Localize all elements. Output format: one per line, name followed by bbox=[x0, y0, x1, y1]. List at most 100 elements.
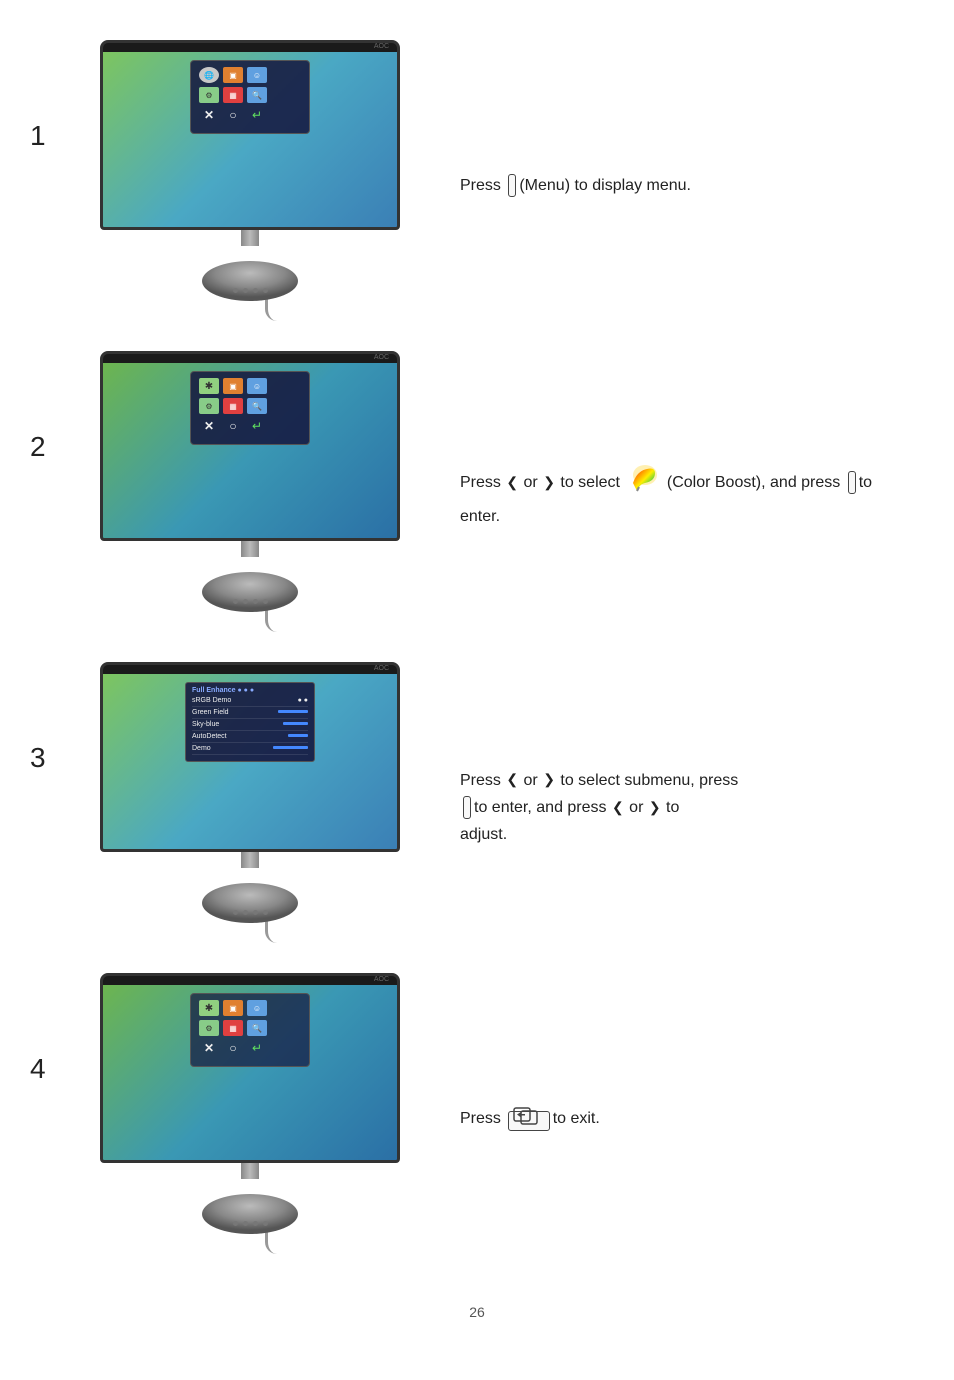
monitor-2-body: AOC ✱ ▣ ☺ ⚙ ▦ 🔍 bbox=[100, 351, 400, 541]
osd-menu-4: ✱ ▣ ☺ ⚙ ▦ 🔍 ✕ ○ bbox=[190, 993, 310, 1067]
monitor-3-body: AOC Full Enhance ● ● ● sRGB Demo ● ● Gre… bbox=[100, 662, 400, 852]
step-2-number: 2 bbox=[30, 351, 80, 463]
step-2-instruction: Press ❮ or ❯ to select bbox=[420, 433, 924, 549]
step-1-instruction: Press (Menu) to display menu. bbox=[420, 142, 924, 219]
step-3-number: 3 bbox=[30, 662, 80, 774]
submenu-label-3: Sky-blue bbox=[192, 721, 219, 728]
submenu-title: Full Enhance ● ● ● bbox=[192, 687, 308, 694]
aoc-label-2: AOC bbox=[103, 354, 397, 363]
submenu-row-5: Demo bbox=[192, 745, 308, 755]
dot-3b bbox=[243, 910, 248, 915]
osd-row-2: ⚙ ▦ 🔍 bbox=[199, 87, 301, 103]
menu-button-3 bbox=[463, 796, 471, 819]
osd-icon-search: 🔍 bbox=[247, 87, 267, 103]
osd-icon-settings: ⚙ bbox=[199, 87, 219, 103]
page-container: 1 AOC 🌐 ▣ ☺ ⚙ bbox=[0, 0, 954, 1380]
stand-neck-2 bbox=[241, 539, 259, 557]
step-4-to-exit: to exit. bbox=[553, 1110, 600, 1127]
step-2-color-boost-label: (Color Boost), and press bbox=[667, 474, 845, 491]
osd-submenu-3: Full Enhance ● ● ● sRGB Demo ● ● Green F… bbox=[185, 682, 315, 762]
step-2-or-1: or bbox=[524, 474, 543, 491]
step-4-press: Press bbox=[460, 1110, 505, 1127]
osd2-icon-settings: ⚙ bbox=[199, 398, 219, 414]
stand-neck-4 bbox=[241, 1161, 259, 1179]
osd4-icon-face: ☺ bbox=[247, 1000, 267, 1016]
submenu-row-4: AutoDetect bbox=[192, 733, 308, 743]
monitor-1-body: AOC 🌐 ▣ ☺ ⚙ ▦ 🔍 bbox=[100, 40, 400, 230]
osd-icon-img-1: ▣ bbox=[223, 67, 243, 83]
monitor-2: AOC ✱ ▣ ☺ ⚙ ▦ 🔍 bbox=[100, 351, 400, 632]
step-4-text: Press to exit. bbox=[460, 1105, 904, 1132]
osd2-icon-arrow: ↵ bbox=[247, 418, 267, 434]
osd4-icon-search: 🔍 bbox=[247, 1020, 267, 1036]
stand-dots-4 bbox=[200, 1221, 300, 1226]
dot-2b bbox=[243, 599, 248, 604]
monitor-1-screen: 🌐 ▣ ☺ ⚙ ▦ 🔍 ✕ ○ bbox=[103, 52, 397, 230]
osd2-icon-star: ✱ bbox=[199, 378, 219, 394]
osd-menu-2: ✱ ▣ ☺ ⚙ ▦ 🔍 ✕ ○ bbox=[190, 371, 310, 445]
step-3-monitor: AOC Full Enhance ● ● ● sRGB Demo ● ● Gre… bbox=[80, 662, 420, 943]
stand-neck-1 bbox=[241, 228, 259, 246]
monitor-1: AOC 🌐 ▣ ☺ ⚙ ▦ 🔍 bbox=[100, 40, 400, 321]
osd2-icon-search: 🔍 bbox=[247, 398, 267, 414]
submenu-label-5: Demo bbox=[192, 745, 211, 752]
dot-1a bbox=[233, 288, 238, 293]
submenu-label-4: AutoDetect bbox=[192, 733, 227, 740]
dot-3c bbox=[253, 910, 258, 915]
step-4-monitor: AOC ✱ ▣ ☺ ⚙ ▦ 🔍 bbox=[80, 973, 420, 1254]
arrow-right-2a: ❯ bbox=[543, 474, 555, 490]
osd4-icon-x: ✕ bbox=[199, 1040, 219, 1056]
step-3-to: to bbox=[666, 799, 679, 816]
step-1-press: Press bbox=[460, 177, 505, 194]
stand-base-area-1 bbox=[200, 246, 300, 301]
osd-icon-x: ✕ bbox=[199, 107, 219, 123]
page-number: 26 bbox=[30, 1304, 924, 1320]
exit-button-icon bbox=[508, 1111, 549, 1131]
dot-4a bbox=[233, 1221, 238, 1226]
osd-icon-face: ☺ bbox=[247, 67, 267, 83]
osd2-icon-x: ✕ bbox=[199, 418, 219, 434]
monitor-3-screen: Full Enhance ● ● ● sRGB Demo ● ● Green F… bbox=[103, 674, 397, 852]
dot-1b bbox=[243, 288, 248, 293]
dot-3d bbox=[263, 910, 268, 915]
step-1-monitor: AOC 🌐 ▣ ☺ ⚙ ▦ 🔍 bbox=[80, 40, 420, 321]
monitor-4-body: AOC ✱ ▣ ☺ ⚙ ▦ 🔍 bbox=[100, 973, 400, 1163]
step-4-number: 4 bbox=[30, 973, 80, 1085]
arrow-right-3b: ❯ bbox=[649, 799, 661, 815]
osd4-icon-settings: ⚙ bbox=[199, 1020, 219, 1036]
dot-2a bbox=[233, 599, 238, 604]
submenu-bar-4 bbox=[288, 734, 308, 737]
step-2-to-select: to select bbox=[560, 474, 624, 491]
osd4-icon-grid: ▦ bbox=[223, 1020, 243, 1036]
step-2-press: Press bbox=[460, 474, 505, 491]
color-boost-icon bbox=[627, 463, 659, 502]
osd2-row-1: ✱ ▣ ☺ bbox=[199, 378, 301, 394]
submenu-row-1: sRGB Demo ● ● bbox=[192, 697, 308, 707]
step-2-row: 2 AOC ✱ ▣ ☺ ⚙ ▦ bbox=[30, 351, 924, 632]
step-3-instruction: Press ❮ or ❯ to select submenu, press to… bbox=[420, 737, 924, 869]
submenu-row-3: Sky-blue bbox=[192, 721, 308, 731]
menu-button-1 bbox=[508, 174, 516, 197]
submenu-row-2: Green Field bbox=[192, 709, 308, 719]
step-3-text: Press ❮ or ❯ to select submenu, press to… bbox=[460, 767, 904, 849]
stand-neck-3 bbox=[241, 850, 259, 868]
stand-3 bbox=[100, 850, 400, 943]
osd-icon-grid: ▦ bbox=[223, 87, 243, 103]
osd2-row-2: ⚙ ▦ 🔍 bbox=[199, 398, 301, 414]
osd4-row-2: ⚙ ▦ 🔍 bbox=[199, 1020, 301, 1036]
submenu-label-1: sRGB Demo bbox=[192, 697, 231, 704]
stand-2 bbox=[100, 539, 400, 632]
step-3-or-1: or bbox=[524, 772, 543, 789]
step-3-to-select-sub: to select submenu, press bbox=[560, 772, 738, 789]
arrow-left-3a: ❮ bbox=[506, 771, 518, 787]
submenu-label-2: Green Field bbox=[192, 709, 229, 716]
osd2-row-3: ✕ ○ ↵ bbox=[199, 418, 301, 434]
dot-2d bbox=[263, 599, 268, 604]
osd4-icon-arrow: ↵ bbox=[247, 1040, 267, 1056]
dot-3a bbox=[233, 910, 238, 915]
stand-base-area-4 bbox=[200, 1179, 300, 1234]
menu-button-2 bbox=[848, 471, 856, 494]
arrow-left-2a: ❮ bbox=[506, 474, 518, 490]
step-1-rest: (Menu) to display menu. bbox=[519, 177, 691, 194]
aoc-label-3: AOC bbox=[103, 665, 397, 674]
